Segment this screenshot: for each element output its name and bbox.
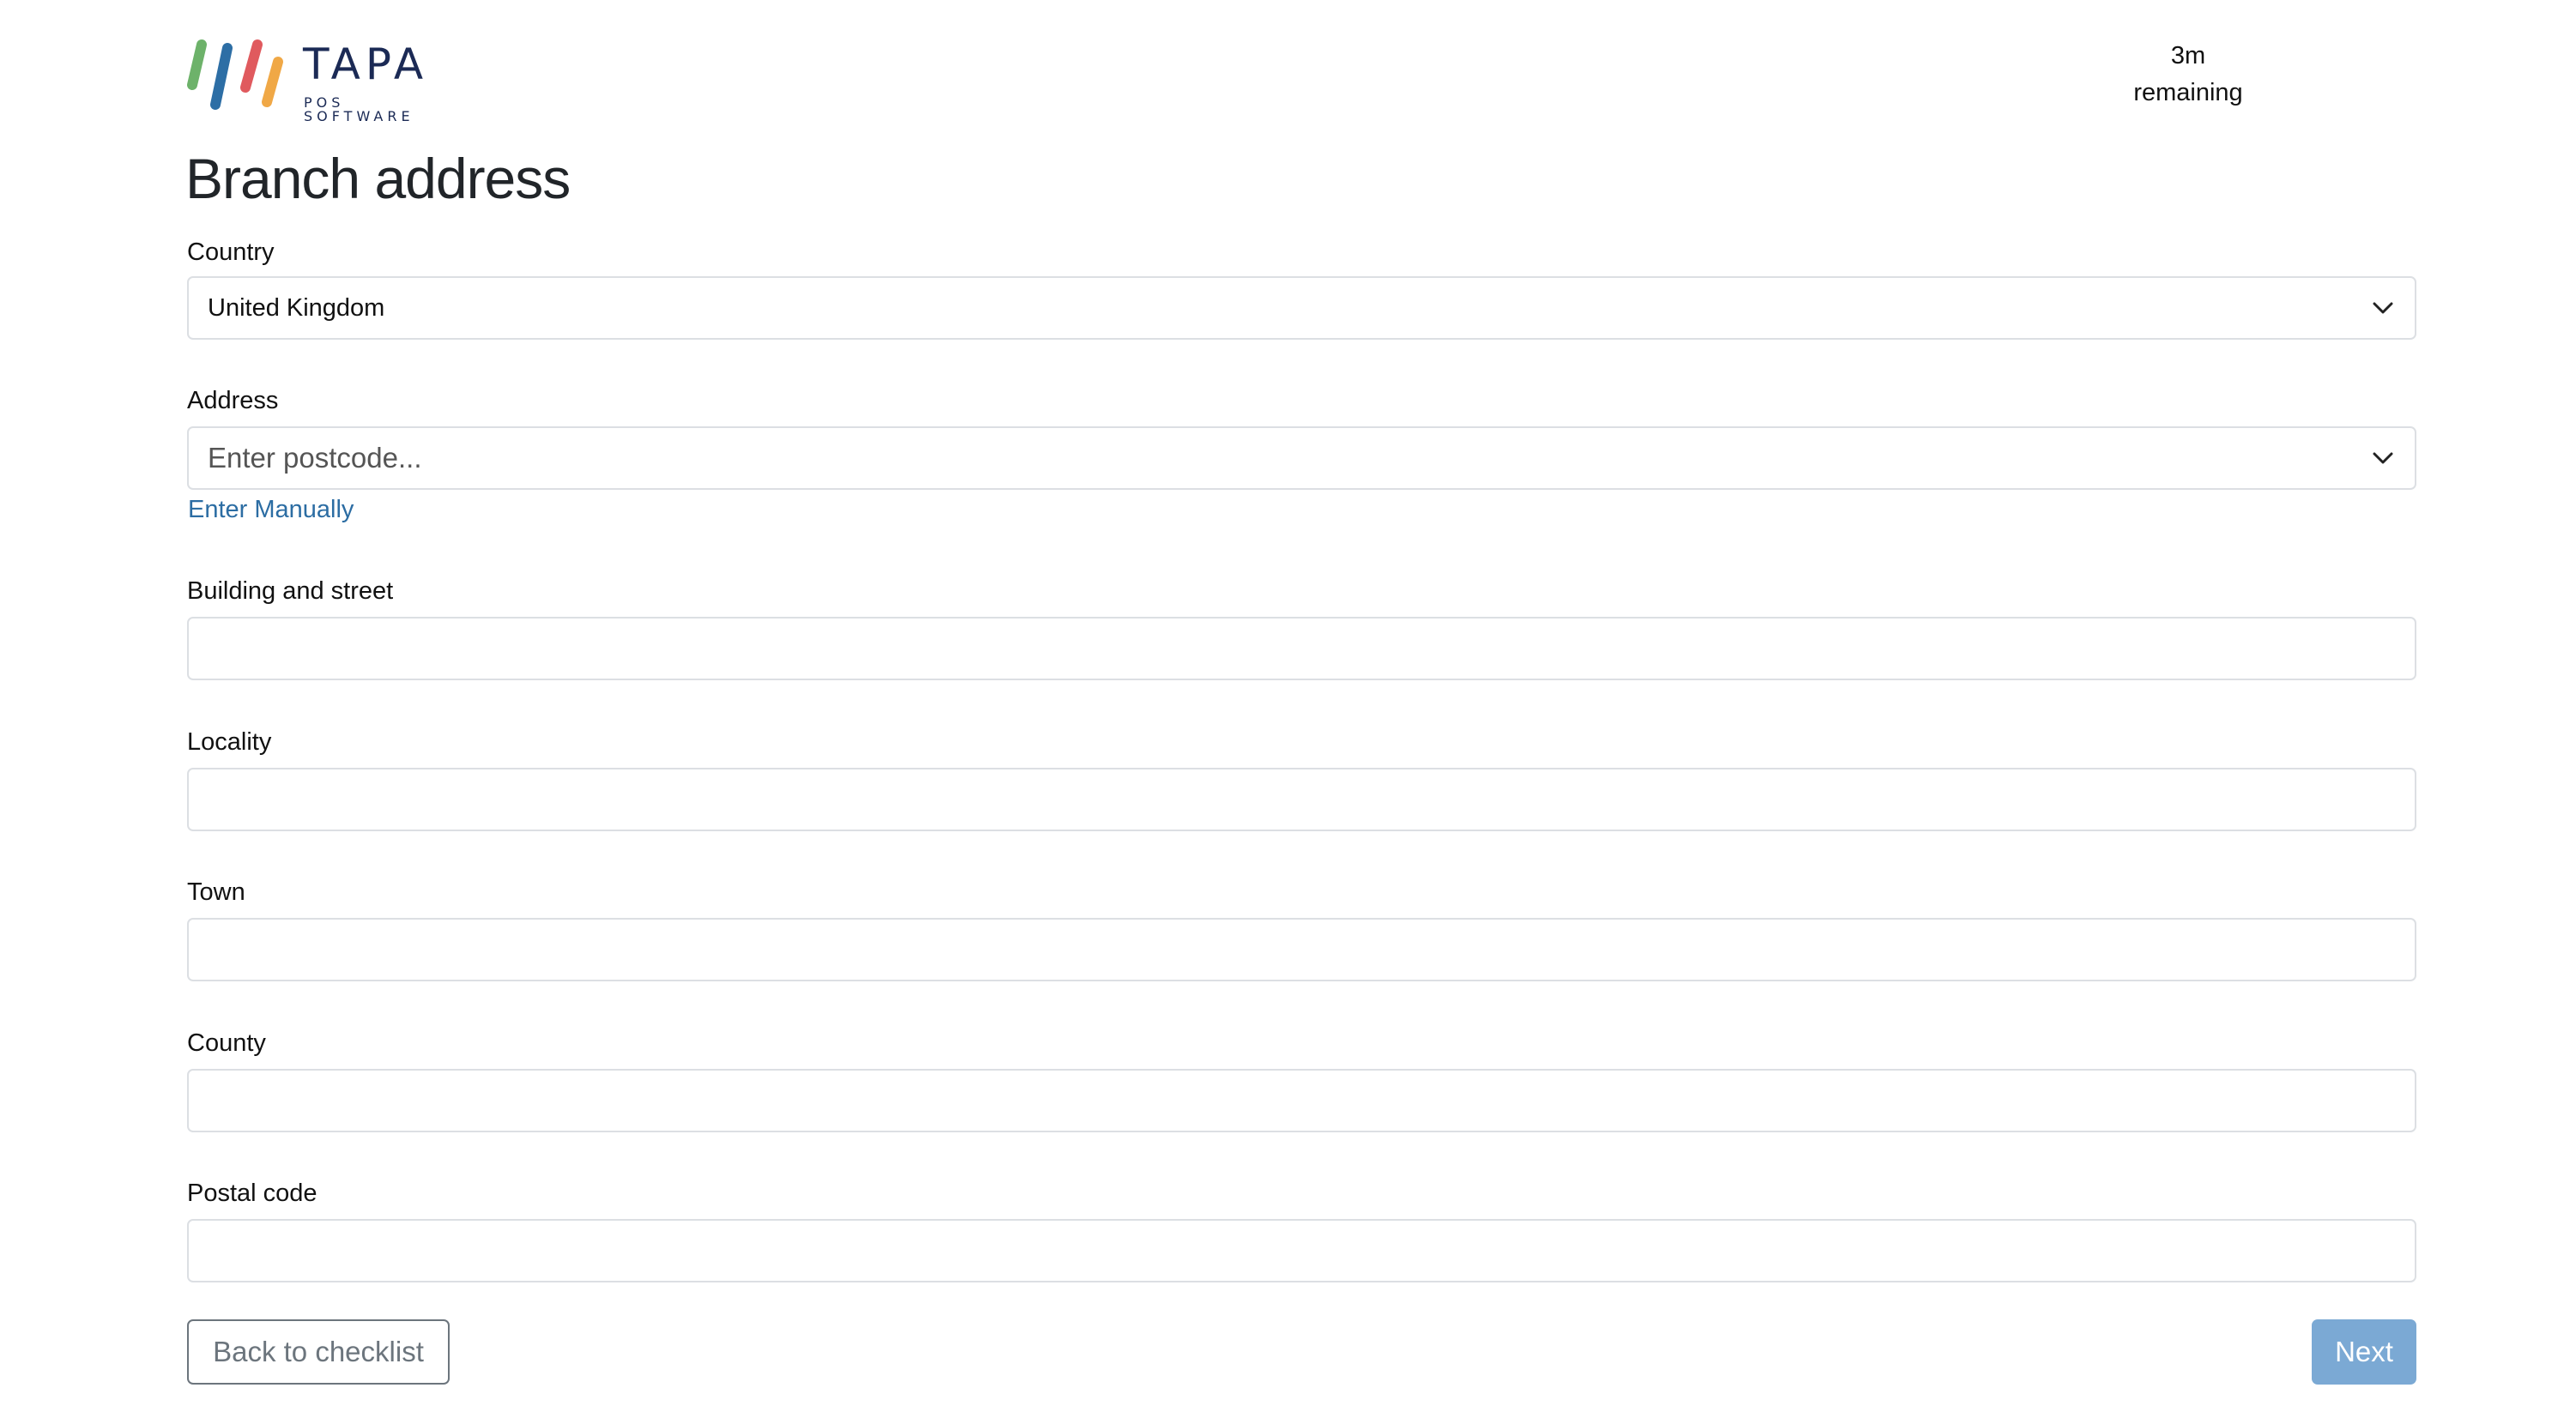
timer-label: remaining bbox=[2133, 79, 2243, 106]
tapa-logo: TAPA POS SOFTWARE bbox=[185, 38, 460, 124]
locality-label: Locality bbox=[187, 728, 272, 756]
country-selected-value: United Kingdom bbox=[208, 293, 385, 322]
chevron-down-icon bbox=[2370, 295, 2396, 321]
logo-stripes-icon bbox=[187, 39, 283, 110]
address-postcode-select[interactable]: Enter postcode... bbox=[187, 426, 2416, 490]
locality-input[interactable] bbox=[187, 768, 2416, 831]
timer-value: 3m bbox=[2170, 42, 2206, 69]
time-remaining: 3m remaining bbox=[2111, 38, 2265, 112]
country-select[interactable]: United Kingdom bbox=[187, 276, 2416, 340]
town-label: Town bbox=[187, 878, 245, 906]
postal-code-input[interactable] bbox=[187, 1219, 2416, 1282]
postal-code-label: Postal code bbox=[187, 1180, 317, 1207]
town-input[interactable] bbox=[187, 918, 2416, 981]
brand-name: TAPA bbox=[303, 39, 429, 89]
brand-subtitle: POS SOFTWARE bbox=[304, 94, 414, 124]
country-label: Country bbox=[187, 238, 275, 266]
address-label: Address bbox=[187, 387, 279, 414]
chevron-down-icon bbox=[2370, 445, 2396, 471]
county-label: County bbox=[187, 1029, 266, 1057]
enter-manually-link[interactable]: Enter Manually bbox=[188, 496, 354, 524]
county-input[interactable] bbox=[187, 1069, 2416, 1132]
back-to-checklist-button[interactable]: Back to checklist bbox=[187, 1319, 450, 1385]
address-placeholder: Enter postcode... bbox=[208, 442, 422, 474]
building-street-input[interactable] bbox=[187, 617, 2416, 680]
building-street-label: Building and street bbox=[187, 577, 394, 605]
page-title: Branch address bbox=[185, 147, 571, 210]
next-button[interactable]: Next bbox=[2312, 1319, 2416, 1385]
